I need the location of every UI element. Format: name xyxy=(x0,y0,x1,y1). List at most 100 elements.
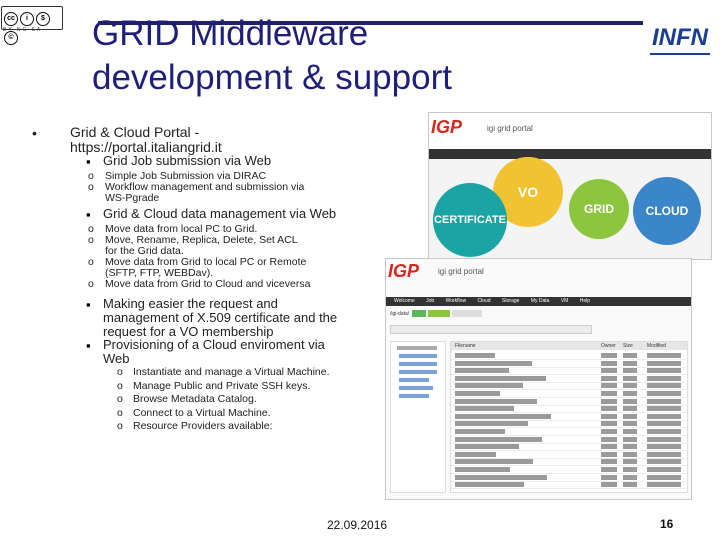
list-item: Resource Providers available: xyxy=(133,420,273,432)
table-cell xyxy=(623,360,637,366)
table-cell xyxy=(647,474,681,480)
igp-logo: IGP xyxy=(431,117,463,137)
table-cell xyxy=(623,368,637,374)
table-cell xyxy=(455,391,500,396)
title-line-2: development & support xyxy=(92,58,452,97)
col-size[interactable]: Size xyxy=(623,342,633,350)
by-icon: i xyxy=(20,12,34,26)
table-cell xyxy=(455,444,519,450)
square-bullet: ▪ xyxy=(86,207,91,222)
table-cell xyxy=(647,421,681,427)
portal-menu-bar: Welcome Job Workflow Cloud Storage My Da… xyxy=(386,297,691,306)
portal-storage-screenshot: IGP igi grid portal Welcome Job Workflow… xyxy=(385,258,692,500)
col-modified[interactable]: Modified xyxy=(647,342,666,350)
table-cell xyxy=(647,360,681,366)
sub3-line-2: management of X.509 certificate and the xyxy=(103,310,338,325)
table-cell xyxy=(455,482,524,488)
table-cell xyxy=(455,375,546,381)
table-cell xyxy=(601,474,617,480)
path-label: /igi-data/ xyxy=(390,311,410,317)
infn-logo: INFN xyxy=(652,24,708,51)
table-row[interactable] xyxy=(451,481,686,490)
menu-cloud[interactable]: Cloud xyxy=(477,298,490,304)
table-cell xyxy=(455,467,510,472)
open-button[interactable] xyxy=(412,310,426,317)
table-cell xyxy=(601,406,617,412)
table-cell xyxy=(623,375,637,381)
table-cell xyxy=(623,413,637,419)
table-cell xyxy=(623,406,637,412)
list-item: Move data from Grid to Cloud and vicever… xyxy=(105,278,311,290)
cc-license-text: BY NC SA xyxy=(3,27,43,33)
menu-my-data[interactable]: My Data xyxy=(531,298,550,304)
table-cell xyxy=(601,375,617,381)
title-line-1: GRID Middleware xyxy=(92,14,369,53)
table-cell xyxy=(647,406,681,412)
table-cell xyxy=(601,398,617,404)
col-owner[interactable]: Owner xyxy=(601,342,616,350)
menu-vm[interactable]: VM xyxy=(561,298,569,304)
table-cell xyxy=(601,482,617,488)
table-cell xyxy=(647,429,681,434)
cc-icon: cc xyxy=(4,12,18,26)
table-cell xyxy=(647,451,681,457)
menu-storage[interactable]: Storage xyxy=(502,298,520,304)
sub2-list: Move data from local PC to Grid. Move, R… xyxy=(105,224,310,290)
table-cell xyxy=(601,353,617,358)
table-cell xyxy=(623,474,637,480)
path-input[interactable] xyxy=(390,325,592,334)
table-cell xyxy=(623,383,637,389)
table-cell xyxy=(601,368,617,374)
bullet-dot: • xyxy=(32,125,37,141)
table-cell xyxy=(623,451,637,457)
square-bullet: ▪ xyxy=(86,338,91,353)
sub4-list: Instantiate and manage a Virtual Machine… xyxy=(133,366,330,434)
menu-workflow[interactable]: Workflow xyxy=(446,298,466,304)
table-cell xyxy=(647,375,681,381)
table-cell xyxy=(647,383,681,389)
sub1-markers: oo xyxy=(88,170,94,193)
infn-logo-underline xyxy=(650,53,710,55)
folder-tree[interactable] xyxy=(390,341,446,493)
table-cell xyxy=(455,406,514,412)
table-cell xyxy=(601,429,617,434)
table-cell xyxy=(647,436,681,442)
table-cell xyxy=(647,444,681,450)
menu-welcome[interactable]: Welcome xyxy=(394,298,415,304)
table-cell xyxy=(455,353,495,358)
action-button[interactable] xyxy=(428,310,450,317)
table-cell xyxy=(601,444,617,450)
nc-icon: $ xyxy=(36,12,50,26)
table-cell xyxy=(647,482,681,488)
table-cell xyxy=(647,353,681,358)
table-cell xyxy=(455,451,496,457)
sub-data-management: Grid & Cloud data management via Web xyxy=(103,206,337,221)
slide-date: 22.09.2016 xyxy=(327,518,388,532)
table-cell xyxy=(623,398,637,404)
table-cell xyxy=(455,368,509,374)
table-cell xyxy=(623,353,637,358)
table-cell xyxy=(601,413,617,419)
col-filename[interactable]: Filename xyxy=(455,342,476,350)
table-cell xyxy=(601,436,617,442)
portal-nav-bar xyxy=(429,149,711,159)
menu-help[interactable]: Help xyxy=(580,298,590,304)
sub3-line-1: Making easier the request and xyxy=(103,296,278,311)
table-cell xyxy=(455,413,551,419)
table-cell xyxy=(601,391,617,396)
item-grid-cloud-portal: Grid & Cloud Portal - xyxy=(70,124,200,140)
menu-job[interactable]: Job xyxy=(426,298,434,304)
cloud-bubble: CLOUD xyxy=(633,177,701,245)
table-cell xyxy=(623,482,637,488)
table-cell xyxy=(601,459,617,465)
secondary-button[interactable] xyxy=(452,310,482,317)
table-cell xyxy=(601,360,617,366)
table-cell xyxy=(623,429,637,434)
table-cell xyxy=(623,436,637,442)
sub1-list: Simple Job Submission via DIRAC Workflow… xyxy=(105,171,304,204)
file-table: Filename Owner Size Modified xyxy=(450,341,688,493)
sub4-markers: ooooo xyxy=(117,366,123,432)
table-cell xyxy=(647,413,681,419)
table-cell xyxy=(455,360,532,366)
sub4-line-1: Provisioning of a Cloud enviroment via xyxy=(103,337,325,352)
